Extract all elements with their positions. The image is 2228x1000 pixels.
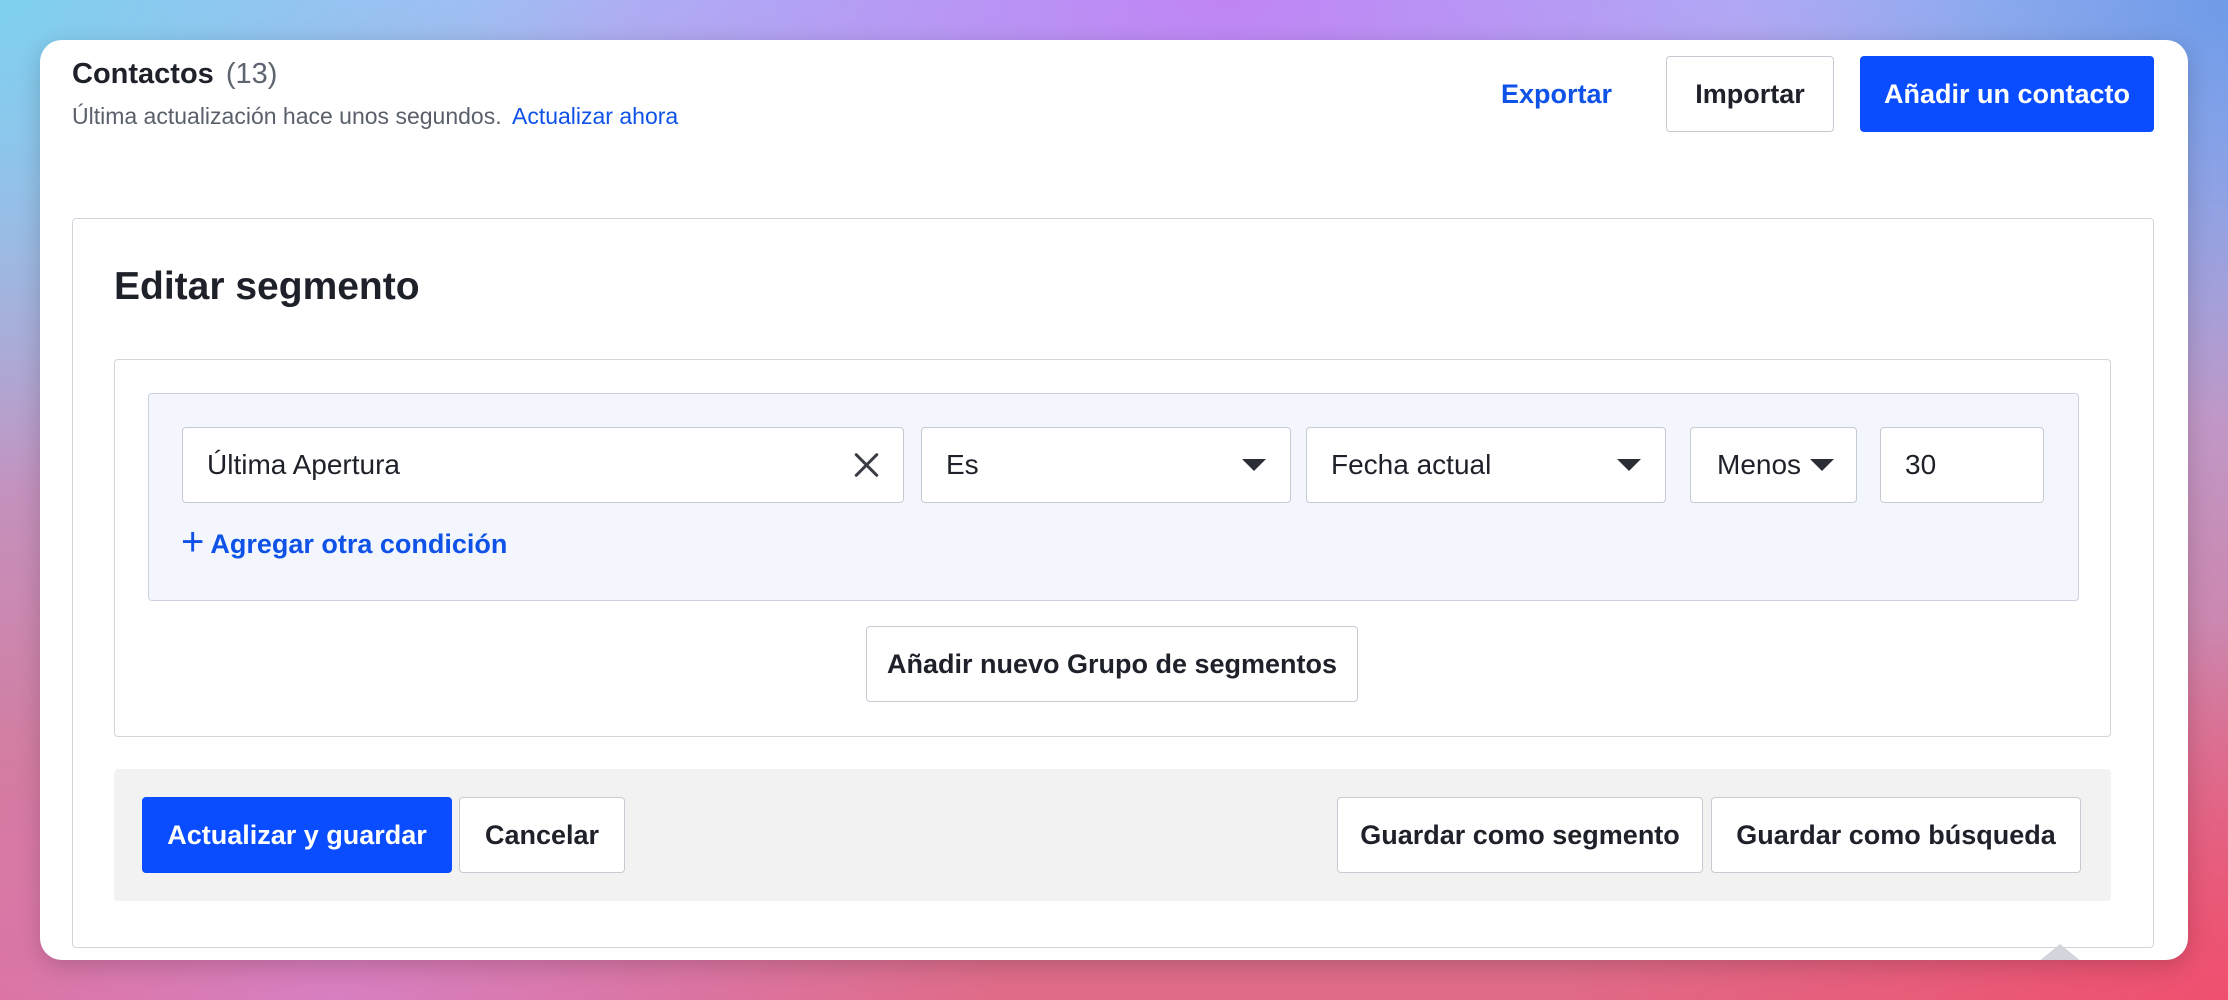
page-header: Contactos (13) Última actualización hace…	[40, 40, 2188, 160]
add-condition-label: Agregar otra condición	[210, 528, 508, 559]
add-contact-button[interactable]: Añadir un contacto	[1860, 56, 2154, 132]
condition-group: Última Apertura Es Fecha actual Menos 30	[148, 393, 2079, 601]
add-segment-group-button[interactable]: Añadir nuevo Grupo de segmentos	[866, 626, 1358, 702]
amount-value: 30	[1905, 449, 1937, 480]
caret-down-icon	[1242, 459, 1266, 471]
segment-editor-title: Editar segmento	[114, 265, 420, 308]
segment-group: Última Apertura Es Fecha actual Menos 30	[114, 359, 2111, 737]
save-as-search-button[interactable]: Guardar como búsqueda	[1711, 797, 2081, 873]
last-update-line: Última actualización hace unos segundos.…	[72, 103, 678, 130]
attribute-value: Última Apertura	[207, 449, 400, 480]
amount-input[interactable]: 30	[1880, 427, 2044, 503]
direction-select[interactable]: Menos	[1690, 427, 1857, 503]
tooltip-pointer	[2038, 944, 2082, 960]
operator-select[interactable]: Es	[921, 427, 1291, 503]
plus-icon: +	[181, 520, 205, 564]
reference-date-select[interactable]: Fecha actual	[1306, 427, 1666, 503]
direction-value: Menos	[1717, 449, 1802, 480]
reference-date-value: Fecha actual	[1331, 449, 1492, 480]
export-button[interactable]: Exportar	[1473, 56, 1640, 132]
page-title-text: Contactos	[72, 58, 214, 90]
editor-footer: Actualizar y guardar Cancelar Guardar co…	[114, 769, 2111, 901]
attribute-select[interactable]: Última Apertura	[182, 427, 904, 503]
import-button[interactable]: Importar	[1666, 56, 1834, 132]
title-block: Contactos (13) Última actualización hace…	[72, 58, 678, 130]
page-title: Contactos (13)	[72, 58, 678, 91]
contact-count: (13)	[225, 58, 278, 90]
header-actions: Exportar Importar Añadir un contacto	[1473, 56, 2154, 132]
caret-down-icon	[1810, 459, 1834, 471]
contacts-window: Contactos (13) Última actualización hace…	[40, 40, 2188, 960]
close-icon[interactable]	[853, 452, 879, 478]
caret-down-icon	[1617, 459, 1641, 471]
operator-value: Es	[946, 449, 979, 480]
segment-editor-panel: Editar segmento Última Apertura Es Fecha…	[72, 218, 2154, 948]
save-as-segment-button[interactable]: Guardar como segmento	[1337, 797, 1703, 873]
add-condition-link[interactable]: + Agregar otra condición	[181, 522, 508, 562]
last-update-text: Última actualización hace unos segundos.	[72, 103, 502, 129]
refresh-now-link[interactable]: Actualizar ahora	[512, 103, 678, 129]
cancel-button[interactable]: Cancelar	[459, 797, 625, 873]
update-and-save-button[interactable]: Actualizar y guardar	[142, 797, 452, 873]
